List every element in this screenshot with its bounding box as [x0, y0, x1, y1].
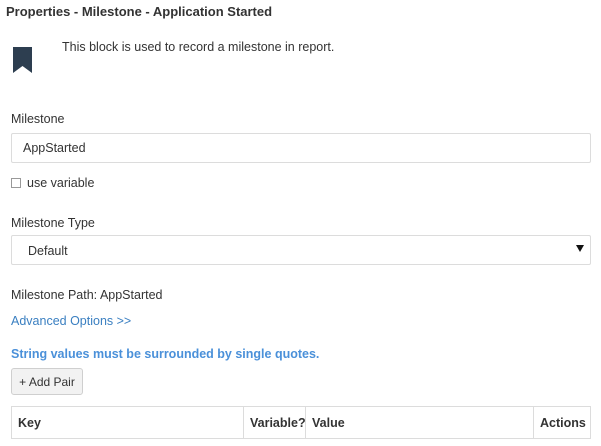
use-variable-row[interactable]: use variable	[11, 176, 94, 190]
milestone-path: Milestone Path: AppStarted	[11, 288, 163, 302]
block-description: This block is used to record a milestone…	[62, 40, 335, 54]
bookmark-icon	[12, 47, 33, 73]
milestone-type-label: Milestone Type	[11, 216, 95, 230]
string-values-note: String values must be surrounded by sing…	[11, 347, 320, 361]
column-header-key: Key	[12, 407, 244, 438]
pairs-table-header: Key Variable? Value Actions	[11, 406, 591, 439]
dropdown-arrow-icon	[576, 245, 584, 252]
column-header-value: Value	[306, 407, 534, 438]
add-pair-button[interactable]: + Add Pair	[11, 368, 83, 395]
milestone-input-value: AppStarted	[23, 141, 86, 155]
milestone-type-select[interactable]: Default	[11, 235, 591, 265]
milestone-label: Milestone	[11, 112, 65, 126]
milestone-type-value: Default	[28, 244, 68, 258]
use-variable-checkbox[interactable]	[11, 178, 21, 188]
column-header-actions: Actions	[540, 415, 586, 430]
use-variable-label: use variable	[27, 176, 95, 190]
milestone-input[interactable]: AppStarted	[11, 133, 591, 163]
advanced-options-link[interactable]: Advanced Options >>	[11, 314, 131, 328]
column-header-variable: Variable?	[244, 407, 306, 438]
panel-title: Properties - Milestone - Application Sta…	[6, 4, 273, 19]
